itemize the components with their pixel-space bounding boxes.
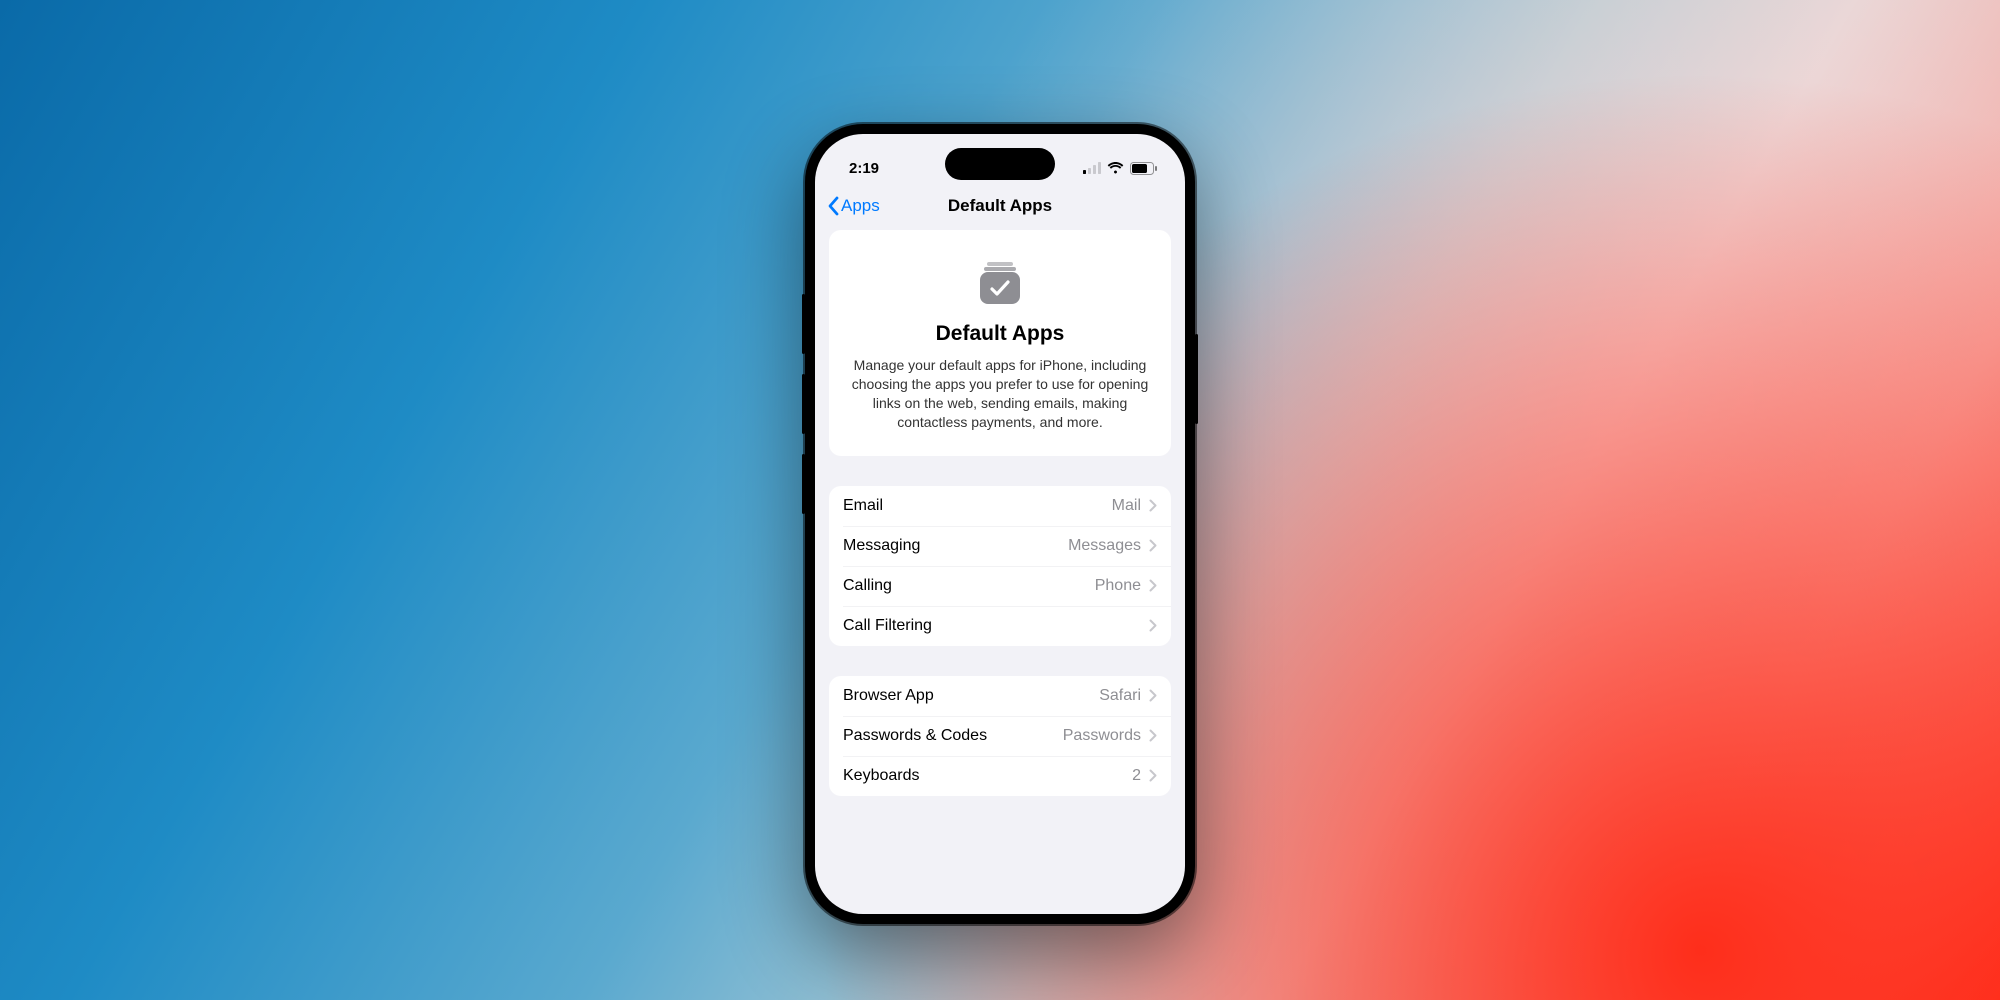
chevron-right-icon [1149, 539, 1157, 552]
chevron-right-icon [1149, 579, 1157, 592]
hero-title: Default Apps [849, 322, 1151, 346]
row-label: Browser App [843, 687, 1099, 705]
chevron-right-icon [1149, 689, 1157, 702]
row-label: Calling [843, 577, 1095, 595]
chevron-right-icon [1149, 729, 1157, 742]
chevron-right-icon [1149, 619, 1157, 632]
back-button[interactable]: Apps [827, 196, 880, 216]
chevron-right-icon [1149, 769, 1157, 782]
row-value: 2 [1132, 767, 1141, 785]
settings-group-system: Browser App Safari Passwords & Codes Pas… [829, 676, 1171, 796]
row-label: Passwords & Codes [843, 727, 1063, 745]
row-value: Safari [1099, 687, 1141, 705]
hero-card: Default Apps Manage your default apps fo… [829, 230, 1171, 456]
cellular-icon [1083, 162, 1101, 174]
chevron-left-icon [827, 196, 839, 216]
row-value: Phone [1095, 577, 1141, 595]
back-label: Apps [841, 196, 880, 216]
row-label: Messaging [843, 537, 1068, 555]
row-passwords[interactable]: Passwords & Codes Passwords [829, 716, 1171, 756]
dynamic-island [945, 148, 1055, 180]
row-call-filtering[interactable]: Call Filtering [829, 606, 1171, 646]
iphone-screen: 2:19 App [815, 134, 1185, 914]
settings-group-communication: Email Mail Messaging Messages Calling Ph… [829, 486, 1171, 646]
hero-subtitle: Manage your default apps for iPhone, inc… [849, 356, 1151, 432]
content-scroll[interactable]: Default Apps Manage your default apps fo… [815, 230, 1185, 914]
wallpaper-background: 2:19 App [0, 0, 2000, 1000]
wifi-icon [1107, 162, 1124, 174]
row-value: Passwords [1063, 727, 1141, 745]
row-calling[interactable]: Calling Phone [829, 566, 1171, 606]
default-apps-hero-icon [975, 258, 1025, 308]
chevron-right-icon [1149, 499, 1157, 512]
row-keyboards[interactable]: Keyboards 2 [829, 756, 1171, 796]
status-time: 2:19 [849, 160, 879, 177]
row-email[interactable]: Email Mail [829, 486, 1171, 526]
row-browser[interactable]: Browser App Safari [829, 676, 1171, 716]
row-label: Call Filtering [843, 617, 1141, 635]
battery-icon [1130, 162, 1157, 175]
row-label: Email [843, 497, 1112, 515]
row-label: Keyboards [843, 767, 1132, 785]
iphone-frame: 2:19 App [805, 124, 1195, 924]
row-value: Mail [1112, 497, 1141, 515]
row-messaging[interactable]: Messaging Messages [829, 526, 1171, 566]
row-value: Messages [1068, 537, 1141, 555]
